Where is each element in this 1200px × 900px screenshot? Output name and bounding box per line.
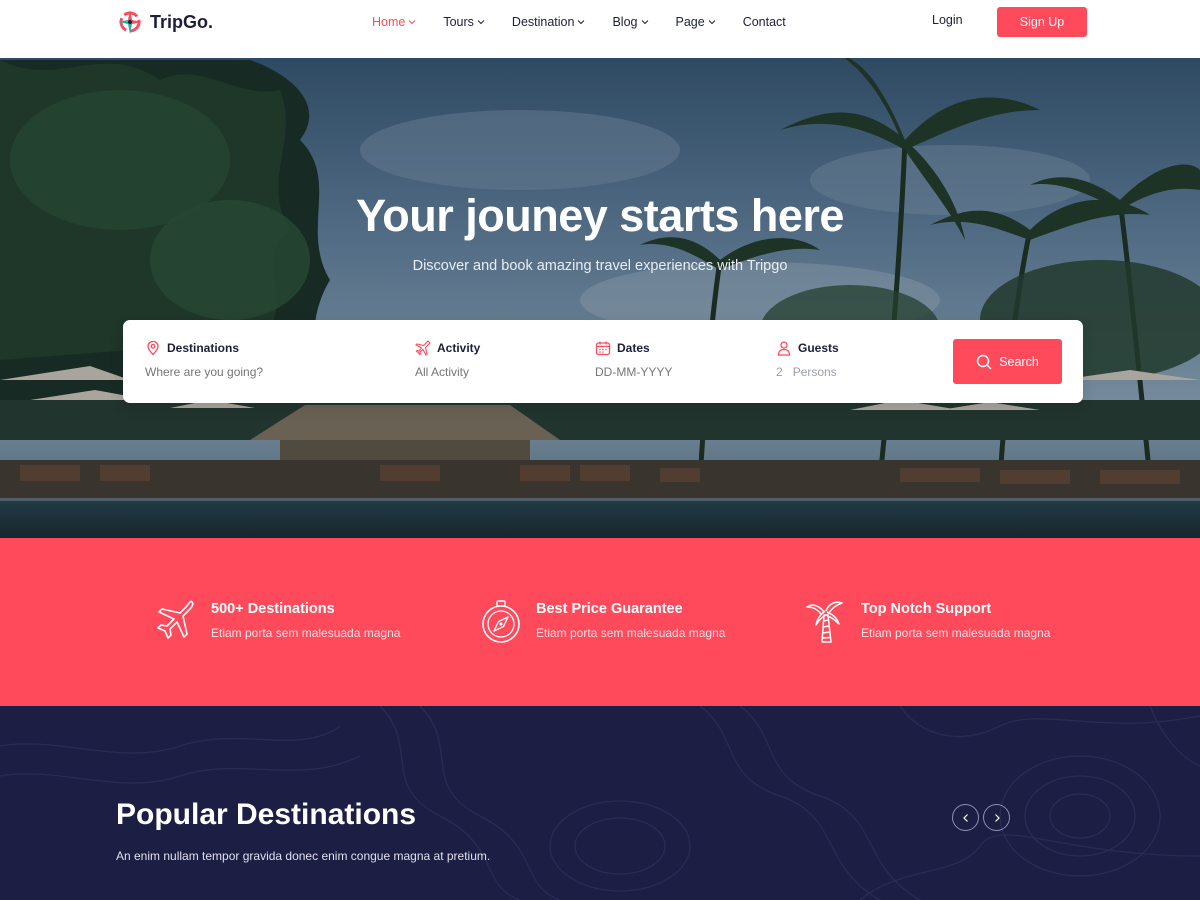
chevron-down-icon bbox=[408, 20, 416, 25]
popular-destinations-section: Popular Destinations An enim nullam temp… bbox=[0, 706, 1200, 900]
hero-subtitle: Discover and book amazing travel experie… bbox=[412, 258, 788, 274]
dates-field[interactable]: Dates bbox=[595, 340, 765, 381]
chevron-down-icon bbox=[578, 20, 585, 25]
menu-item-label: Contact bbox=[742, 15, 786, 29]
feature-description: Etiam porta sem malesuada magna bbox=[211, 626, 401, 640]
compass-logo-icon bbox=[118, 10, 142, 34]
chevron-down-icon bbox=[708, 20, 716, 25]
menu-item-label: Home bbox=[372, 15, 406, 29]
search-button-label: Search bbox=[999, 354, 1039, 369]
brand-logo[interactable]: TripGo. bbox=[116, 7, 213, 37]
airplane-icon bbox=[157, 600, 194, 639]
guests-count[interactable]: 2 bbox=[776, 365, 783, 379]
main-menu: Home Tours Destination Blog Page Contact bbox=[372, 13, 813, 31]
menu-item-destination[interactable]: Destination bbox=[512, 13, 586, 31]
menu-item-label: Blog bbox=[612, 15, 638, 29]
feature-destinations: 500+ Destinations Etiam porta sem malesu… bbox=[155, 598, 400, 644]
dates-label: Dates bbox=[617, 341, 650, 355]
menu-item-label: Tours bbox=[443, 15, 474, 29]
feature-best-price: Best Price Guarantee Etiam porta sem mal… bbox=[480, 598, 725, 644]
guests-unit: Persons bbox=[792, 365, 837, 379]
hero-title: Your jouney starts here bbox=[356, 190, 844, 241]
map-pin-icon bbox=[147, 340, 159, 356]
palm-tree-icon bbox=[806, 601, 843, 643]
brand-name: TripGo. bbox=[150, 11, 213, 32]
chevron-down-icon bbox=[641, 20, 648, 25]
destinations-input[interactable] bbox=[145, 365, 315, 379]
chevron-right-icon bbox=[994, 813, 1000, 822]
menu-item-label: Destination bbox=[511, 15, 575, 29]
feature-description: Etiam porta sem malesuada magna bbox=[861, 626, 1051, 640]
chevron-down-icon bbox=[477, 20, 485, 25]
activity-input[interactable] bbox=[415, 365, 585, 379]
search-icon bbox=[976, 354, 992, 370]
search-button[interactable]: Search bbox=[953, 339, 1062, 384]
menu-item-tours[interactable]: Tours bbox=[443, 13, 485, 31]
destinations-label: Destinations bbox=[167, 341, 240, 355]
activity-field[interactable]: Activity bbox=[415, 340, 585, 381]
section-description: An enim nullam tempor gravida donec enim… bbox=[116, 849, 491, 863]
compass-icon bbox=[482, 600, 520, 643]
section-title: Popular Destinations bbox=[116, 798, 417, 831]
menu-item-contact[interactable]: Contact bbox=[743, 13, 786, 31]
menu-item-page[interactable]: Page bbox=[676, 13, 716, 31]
navbar: TripGo. Home Tours Destination Blog Page… bbox=[0, 0, 1200, 58]
feature-title: Best Price Guarantee bbox=[536, 601, 683, 617]
user-icon bbox=[777, 341, 791, 356]
search-form: Destinations Activity Dates Guests 2 Per… bbox=[123, 320, 1083, 403]
feature-title: Top Notch Support bbox=[861, 601, 992, 617]
feature-description: Etiam porta sem malesuada magna bbox=[536, 626, 726, 640]
signup-button[interactable]: Sign Up bbox=[997, 7, 1087, 37]
features-band: 500+ Destinations Etiam porta sem malesu… bbox=[0, 538, 1200, 706]
menu-item-home[interactable]: Home bbox=[372, 13, 416, 31]
chevron-left-icon bbox=[962, 813, 968, 822]
dates-input[interactable] bbox=[595, 365, 765, 379]
guests-field[interactable]: Guests 2 Persons bbox=[776, 340, 839, 379]
menu-item-label: Page bbox=[675, 15, 705, 29]
prev-slide-button[interactable] bbox=[952, 804, 979, 831]
plane-icon bbox=[415, 340, 431, 356]
next-slide-button[interactable] bbox=[983, 804, 1010, 831]
login-link[interactable]: Login bbox=[932, 13, 963, 27]
guests-label: Guests bbox=[798, 341, 839, 355]
destinations-field[interactable]: Destinations bbox=[145, 340, 315, 381]
activity-label: Activity bbox=[437, 341, 481, 355]
hero-section: Your jouney starts here Discover and boo… bbox=[0, 0, 1200, 538]
calendar-icon bbox=[595, 341, 611, 356]
feature-support: Top Notch Support Etiam porta sem malesu… bbox=[805, 598, 1050, 644]
feature-title: 500+ Destinations bbox=[211, 601, 335, 617]
menu-item-blog[interactable]: Blog bbox=[612, 13, 648, 31]
